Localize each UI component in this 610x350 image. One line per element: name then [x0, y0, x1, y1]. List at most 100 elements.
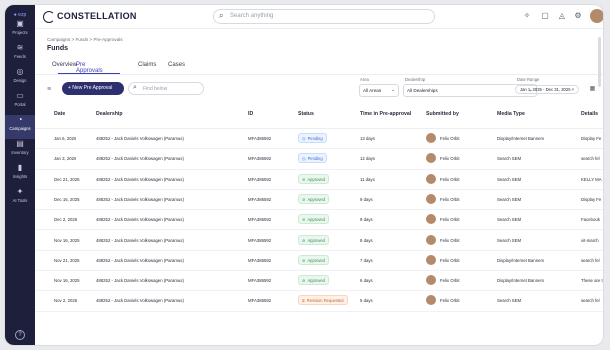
date-range-label: Date Range [517, 77, 540, 82]
rss-icon: ≋ [16, 43, 24, 52]
chat-icon[interactable]: ▢ [540, 11, 550, 21]
cell-media-type: Display/Internet Banners [497, 257, 545, 263]
status-approved-icon: ⊘ [302, 217, 306, 223]
table-row[interactable]: Nov 2, 2025 488252 - Jack Daniels Volkswa… [35, 291, 603, 312]
sidebar-item-label: Inventory [11, 150, 29, 155]
table-row[interactable]: Nov 16, 2025 488252 - Jack Daniels Volksw… [35, 271, 603, 292]
cell-id: MFA386592 [248, 257, 272, 263]
column-header-dealership[interactable]: Dealership [96, 111, 123, 117]
table-row[interactable]: Jan 6, 2026 488252 - Jack Daniels Volkswa… [35, 129, 603, 150]
cell-details: search fel [581, 257, 600, 263]
cell-media-type: Search SEM [497, 196, 522, 202]
status-approved-icon: ⊘ [302, 196, 306, 202]
cell-details: Facebook [581, 217, 600, 223]
sidebar-item-campaigns[interactable]: ◔ Campaigns [5, 115, 35, 139]
bell-icon[interactable]: ◬ [557, 11, 567, 21]
calendar-icon[interactable]: ▦ [588, 85, 597, 94]
status-text: Approved [307, 176, 325, 182]
date-range-value[interactable]: Jan 1, 2025 - Dec 31, 2025 × [515, 85, 580, 94]
gear-icon[interactable]: ⚙ [573, 11, 583, 21]
sidebar-item-design[interactable]: ◎ Design [5, 67, 35, 91]
cell-submitted-by: Felix Orbit [440, 156, 460, 162]
tab-claims[interactable]: Claims [138, 62, 156, 68]
table-row[interactable]: Dec 21, 2025 488252 - Jack Daniels Volksw… [35, 170, 603, 190]
cell-dealership: 488252 - Jack Daniels Volkswagen (Paramu… [96, 298, 184, 304]
status-badge: ⊘ Approved [298, 173, 329, 184]
table-row[interactable]: Nov 21, 2025 488252 - Jack Daniels Volksw… [35, 251, 603, 272]
cell-dealership: 488252 - Jack Daniels Volkswagen (Paramu… [96, 156, 184, 162]
new-pre-approval-button[interactable]: + New Pre Approval [62, 82, 124, 95]
tabs-divider [35, 74, 603, 75]
brand-title: CONSTELLATION [57, 11, 137, 21]
status-pending-icon: ◷ [302, 156, 306, 162]
status-pending-icon: ◷ [302, 136, 306, 141]
app-logo[interactable]: ● ezp [5, 12, 35, 18]
cell-submitted-by: Felix Orbit [440, 176, 460, 182]
cell-details: search fel [581, 156, 600, 162]
status-text: Approved [307, 237, 325, 243]
column-header-media-type[interactable]: Media Type [497, 111, 525, 117]
cell-submitted-by: Felix Orbit [440, 298, 460, 304]
cell-time-in-pre-approval: 7 days [360, 257, 373, 263]
cell-details: Display Fe [581, 136, 602, 141]
sparkle-icon: ✦ [16, 187, 24, 196]
status-approved-icon: ⊘ [302, 257, 306, 263]
status-badge: ⊘ Approved [298, 193, 329, 204]
cell-submitted-by: Felix Orbit [440, 257, 460, 263]
global-search[interactable]: ⌕ Search anything [213, 9, 435, 24]
help-icon[interactable]: ? [15, 330, 25, 340]
cell-dealership: 488252 - Jack Daniels Volkswagen (Paramu… [96, 278, 184, 284]
avatar [426, 214, 436, 225]
app-window: ● ezp ▣ Projects ≋ Feeds ◎ Design ▭ Portal ◔ Camp… [4, 4, 604, 346]
page-title: Funds [47, 45, 68, 52]
column-header-submitted-by[interactable]: Submitted by [426, 111, 459, 117]
breadcrumb[interactable]: Campaigns > Funds > Pre-Approvals [47, 37, 123, 42]
find-input[interactable]: ⌕ Find below [128, 82, 204, 95]
cell-time-in-pre-approval: 8 days [360, 237, 373, 243]
cell-date: Dec 16, 2025 [54, 196, 80, 202]
dealership-label: Dealership [405, 77, 426, 82]
cell-details: Display Fe [581, 196, 602, 202]
sidebar-item-label: Campaigns [9, 126, 31, 131]
status-badge: ⧖ Revision Requested [298, 295, 348, 306]
cell-media-type: Display/Internet Banners [497, 278, 545, 284]
scrollbar[interactable] [598, 37, 601, 87]
sidebar-item-projects[interactable]: ▣ Projects [5, 19, 35, 43]
date-range-control: Jan 1, 2025 - Dec 31, 2025 × ▦ [515, 84, 601, 97]
column-header-status[interactable]: Status [298, 111, 314, 117]
column-header-date[interactable]: Date [54, 111, 65, 117]
cell-time-in-pre-approval: 6 days [360, 278, 373, 284]
table-row[interactable]: Nov 16, 2025 488252 - Jack Daniels Volksw… [35, 231, 603, 251]
cell-date: Nov 16, 2025 [54, 237, 80, 243]
sidebar-item-inventory[interactable]: ▤ Inventory [5, 139, 35, 163]
search-icon: ⌕ [219, 11, 224, 20]
avatar [426, 153, 436, 164]
cell-id: MFA386592 [248, 156, 272, 162]
cell-media-type: Display/Internet Banners [497, 136, 545, 141]
bar-chart-icon: ▮ [17, 163, 23, 172]
cell-media-type: Search SEM [497, 298, 522, 304]
sparkle-icon[interactable]: ✧ [522, 11, 532, 21]
sidebar-item-feeds[interactable]: ≋ Feeds [5, 43, 35, 67]
column-header-time[interactable]: Time in Pre-approval [360, 111, 411, 117]
column-header-id[interactable]: ID [248, 111, 253, 117]
table-row[interactable]: Dec 2, 2025 488252 - Jack Daniels Volkswa… [35, 210, 603, 231]
sidebar-item-portal[interactable]: ▭ Portal [5, 91, 35, 115]
cell-time-in-pre-approval: 12 days [360, 156, 376, 162]
user-avatar[interactable] [590, 9, 603, 23]
tab-cases[interactable]: Cases [168, 62, 185, 68]
status-text: Pending [307, 136, 323, 141]
tab-overview[interactable]: Overview [52, 62, 77, 68]
column-header-details[interactable]: Details [581, 111, 598, 117]
filter-icon[interactable]: ≡ [47, 86, 51, 93]
cell-id: MFA386592 [248, 136, 272, 141]
area-select[interactable]: All Areas ⌄ [359, 84, 399, 97]
table-row[interactable]: Dec 16, 2025 488252 - Jack Daniels Volksw… [35, 190, 603, 211]
cell-id: MFA386592 [248, 237, 272, 243]
cell-time-in-pre-approval: 9 days [360, 196, 373, 202]
status-badge: ⊘ Approved [298, 275, 329, 286]
sidebar-item-ai-tools[interactable]: ✦ AI Tools [5, 187, 35, 211]
sidebar-item-insights[interactable]: ▮ Insights [5, 163, 35, 187]
avatar [426, 295, 436, 306]
table-row[interactable]: Jan 3, 2026 488252 - Jack Daniels Volkswa… [35, 149, 603, 170]
